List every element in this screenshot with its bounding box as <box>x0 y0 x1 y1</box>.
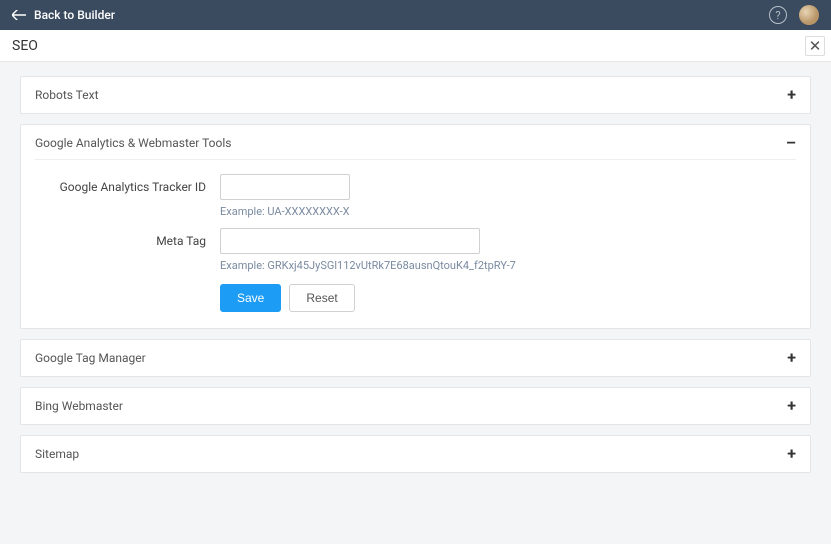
avatar[interactable] <box>799 5 819 25</box>
panel-title: Google Tag Manager <box>35 351 146 365</box>
form-row-meta-tag: Meta Tag Example: GRKxj45JySGl112vUtRk7E… <box>35 228 796 272</box>
reset-button[interactable]: Reset <box>289 284 354 312</box>
meta-tag-example: Example: GRKxj45JySGl112vUtRk7E68ausnQto… <box>220 259 796 272</box>
page-header: SEO ✕ <box>0 30 831 62</box>
close-button[interactable]: ✕ <box>805 36 825 56</box>
meta-tag-label: Meta Tag <box>35 228 220 248</box>
back-label: Back to Builder <box>34 8 115 22</box>
expand-icon: + <box>787 87 796 103</box>
expand-icon: + <box>787 398 796 414</box>
help-icon[interactable]: ? <box>769 6 787 24</box>
tracker-id-label: Google Analytics Tracker ID <box>35 174 220 194</box>
panel-body-ga-wm: Google Analytics Tracker ID Example: UA-… <box>21 159 810 328</box>
panel-robots-text: Robots Text + <box>20 76 811 114</box>
save-button[interactable]: Save <box>220 284 281 312</box>
action-row: Save Reset <box>220 284 796 312</box>
divider <box>35 159 796 160</box>
panel-header-gtm[interactable]: Google Tag Manager + <box>21 340 810 376</box>
back-to-builder-link[interactable]: Back to Builder <box>12 8 115 22</box>
panel-header-sitemap[interactable]: Sitemap + <box>21 436 810 472</box>
expand-icon: + <box>787 350 796 366</box>
top-nav: Back to Builder ? <box>0 0 831 30</box>
tracker-id-field-wrap: Example: UA-XXXXXXXX-X <box>220 174 796 218</box>
nav-right: ? <box>769 5 819 25</box>
page-title: SEO <box>12 38 38 54</box>
content-area: Robots Text + Google Analytics & Webmast… <box>0 62 831 544</box>
panel-sitemap: Sitemap + <box>20 435 811 473</box>
panel-header-robots[interactable]: Robots Text + <box>21 77 810 113</box>
meta-tag-input[interactable] <box>220 228 480 254</box>
expand-icon: + <box>787 446 796 462</box>
panel-title: Robots Text <box>35 88 99 102</box>
form-row-tracker-id: Google Analytics Tracker ID Example: UA-… <box>35 174 796 218</box>
tracker-id-example: Example: UA-XXXXXXXX-X <box>220 205 796 218</box>
panel-bing-webmaster: Bing Webmaster + <box>20 387 811 425</box>
panel-title: Google Analytics & Webmaster Tools <box>35 136 231 150</box>
collapse-icon: – <box>786 135 796 151</box>
panel-title: Bing Webmaster <box>35 399 123 413</box>
panel-header-bing[interactable]: Bing Webmaster + <box>21 388 810 424</box>
panel-google-analytics-webmaster: Google Analytics & Webmaster Tools – Goo… <box>20 124 811 329</box>
tracker-id-input[interactable] <box>220 174 350 200</box>
meta-tag-field-wrap: Example: GRKxj45JySGl112vUtRk7E68ausnQto… <box>220 228 796 272</box>
panel-google-tag-manager: Google Tag Manager + <box>20 339 811 377</box>
back-arrow-icon <box>12 10 26 20</box>
close-icon: ✕ <box>809 37 822 55</box>
panel-title: Sitemap <box>35 447 79 461</box>
panel-header-ga-wm[interactable]: Google Analytics & Webmaster Tools – <box>21 125 810 161</box>
